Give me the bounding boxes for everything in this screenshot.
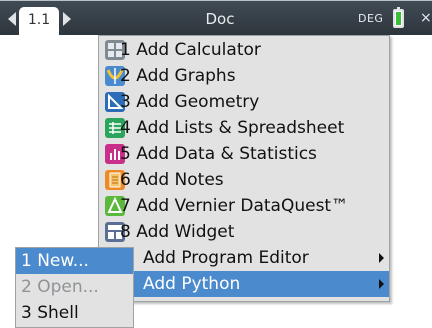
prev-page-arrow-icon[interactable] [8,12,16,26]
menu-item-add-calculator[interactable]: 1 Add Calculator [99,37,389,63]
title-bar: 1.1 Doc DEG × [0,0,432,36]
submenu-item-new[interactable]: 1 New... [16,248,133,274]
insert-menu: 1 Add Calculator 2 Add Graphs 3 Add Geom… [98,35,390,302]
menu-item-add-python[interactable]: Add Python [99,271,389,297]
angle-mode-indicator: DEG [358,12,384,25]
page-tab[interactable]: 1.1 [19,7,59,36]
menu-item-add-program-editor[interactable]: Add Program Editor [99,245,389,271]
document-title: Doc [205,10,235,28]
menu-item-add-vernier-dataquest[interactable]: 7 Add Vernier DataQuest™ [99,193,389,219]
python-submenu: 1 New... 2 Open... 3 Shell [15,247,134,328]
next-page-arrow-icon[interactable] [63,12,71,26]
menu-item-add-lists-spreadsheet[interactable]: 4 Add Lists & Spreadsheet [99,115,389,141]
menu-item-add-data-statistics[interactable]: 5 Add Data & Statistics [99,141,389,167]
submenu-arrow-icon [379,253,384,263]
battery-icon [393,7,404,28]
submenu-arrow-icon [379,279,384,289]
submenu-item-open[interactable]: 2 Open... [16,274,133,300]
menu-item-add-notes[interactable]: 6 Add Notes [99,167,389,193]
menu-item-add-widget[interactable]: 8 Add Widget [99,219,389,245]
close-icon[interactable]: × [420,10,432,26]
submenu-item-shell[interactable]: 3 Shell [16,300,133,326]
menu-item-add-graphs[interactable]: 2 Add Graphs [99,63,389,89]
menu-item-add-geometry[interactable]: 3 Add Geometry [99,89,389,115]
